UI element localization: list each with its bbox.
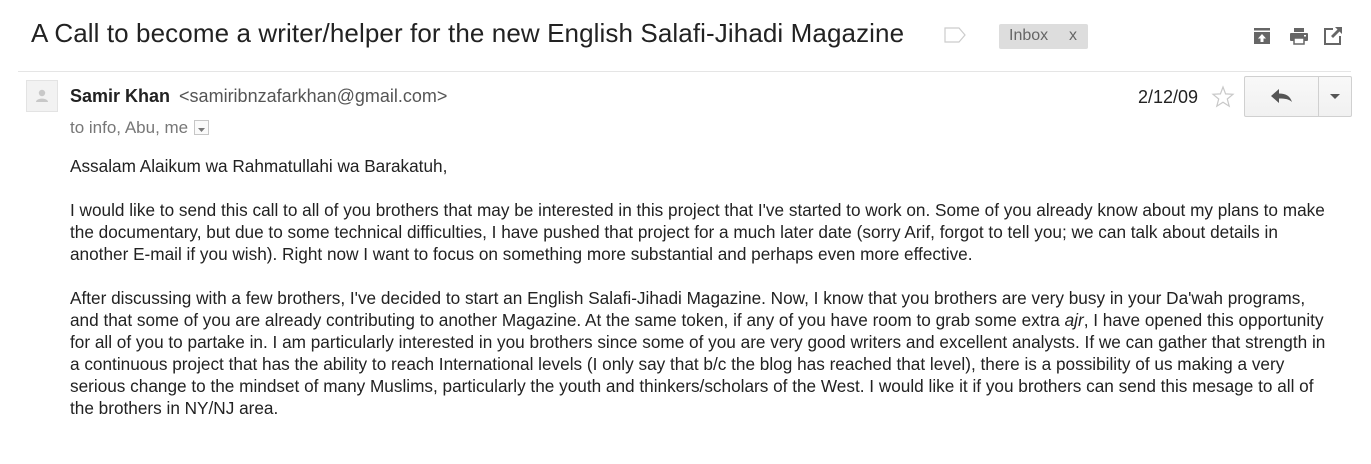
new-window-icon[interactable]: [1323, 26, 1343, 46]
recipients-text: to info, Abu, me: [70, 118, 189, 137]
chevron-down-icon: [1330, 94, 1340, 99]
remove-label-button[interactable]: x: [1069, 27, 1077, 45]
more-actions-button[interactable]: [1319, 77, 1351, 116]
reply-arrow-icon: [1271, 89, 1292, 103]
show-details-button[interactable]: [194, 120, 210, 136]
importance-marker-icon[interactable]: [944, 27, 966, 43]
body-paragraph-1: I would like to send this call to all of…: [70, 200, 1325, 264]
recipients-line: to info, Abu, me: [70, 118, 210, 138]
reply-button[interactable]: [1245, 77, 1318, 116]
label-name: Inbox: [1009, 27, 1049, 44]
sender-line: Samir Khan <samiribnzafarkhan@gmail.com>: [70, 86, 447, 107]
emphasized-word: ajr: [1064, 310, 1084, 330]
message-body: Assalam Alaikum wa Rahmatullahi wa Barak…: [70, 155, 1330, 441]
subject-bar: A Call to become a writer/helper for the…: [0, 0, 1371, 70]
email-subject: A Call to become a writer/helper for the…: [31, 18, 905, 48]
default-avatar-icon: [36, 89, 48, 102]
reply-button-group: [1244, 76, 1352, 117]
inbox-label-chip: Inbox x: [999, 24, 1088, 49]
sender-email: <samiribnzafarkhan@gmail.com>: [179, 86, 448, 106]
greeting: Assalam Alaikum wa Rahmatullahi wa Barak…: [70, 156, 448, 176]
body-paragraph-2: After discussing with a few brothers, I'…: [70, 287, 1330, 419]
star-icon[interactable]: [1211, 85, 1235, 109]
header-divider: [18, 71, 1351, 72]
archive-icon[interactable]: [1252, 26, 1272, 46]
message-date: 2/12/09: [1138, 87, 1199, 107]
caret-down-icon: [198, 128, 206, 133]
print-icon[interactable]: [1289, 26, 1309, 46]
email-view: A Call to become a writer/helper for the…: [0, 0, 1371, 464]
sender-avatar[interactable]: [26, 80, 58, 112]
sender-name[interactable]: Samir Khan: [70, 86, 170, 106]
